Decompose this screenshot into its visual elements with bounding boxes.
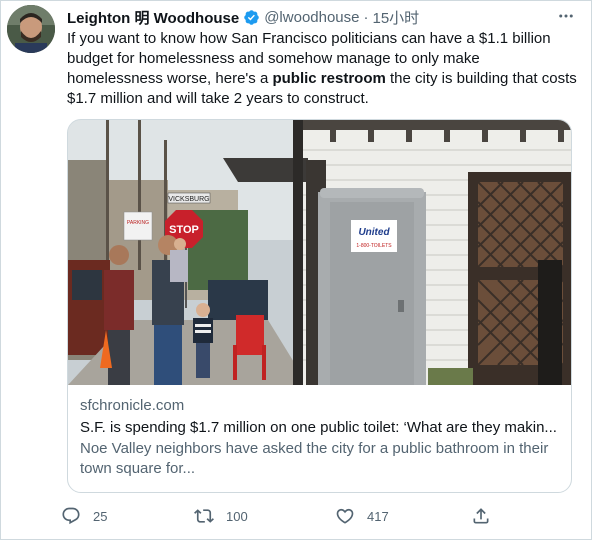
avatar[interactable] bbox=[7, 5, 55, 53]
street-sign-text: VICKSBURG bbox=[168, 196, 209, 203]
card-title[interactable]: S.F. is spending $1.7 million on one pub… bbox=[80, 418, 559, 438]
share-icon bbox=[473, 508, 489, 524]
toilet-phone-text: 1-800-TOILETS bbox=[356, 243, 392, 249]
card-image[interactable]: VICKSBURG STOP PARKING United 1-800-TOIL… bbox=[68, 120, 571, 385]
separator-dot: · bbox=[363, 8, 369, 26]
retweet-icon bbox=[194, 509, 214, 523]
card-domain[interactable]: sfchronicle.com bbox=[80, 396, 559, 416]
reply-count: 25 bbox=[93, 508, 108, 524]
heart-icon bbox=[336, 508, 354, 524]
like-button[interactable]: 417 bbox=[335, 504, 389, 528]
card-description[interactable]: Noe Valley neighbors have asked the city… bbox=[80, 439, 559, 479]
retweet-count: 100 bbox=[226, 508, 248, 524]
reply-button[interactable]: 25 bbox=[61, 504, 107, 528]
link-preview-card[interactable]: VICKSBURG STOP PARKING United 1-800-TOIL… bbox=[67, 119, 572, 493]
stop-sign-text: STOP bbox=[169, 224, 199, 236]
tweet-text: If you want to know how San Francisco po… bbox=[67, 29, 579, 109]
tweet-header: Leighton 明 Woodhouse @lwoodhouse · 15小时 bbox=[67, 7, 577, 27]
author-handle[interactable]: @lwoodhouse bbox=[264, 9, 359, 26]
card-meta: sfchronicle.com S.F. is spending $1.7 mi… bbox=[80, 396, 559, 479]
parking-sign-text: PARKING bbox=[127, 220, 149, 226]
like-count: 417 bbox=[367, 508, 389, 524]
reply-icon bbox=[62, 507, 80, 525]
verified-badge-icon bbox=[243, 9, 260, 26]
author-name[interactable]: Leighton 明 Woodhouse bbox=[67, 7, 239, 28]
toilet-brand-text: United bbox=[358, 227, 390, 238]
tweet-container[interactable]: Leighton 明 Woodhouse @lwoodhouse · 15小时 … bbox=[0, 0, 592, 540]
retweet-button[interactable]: 100 bbox=[194, 504, 248, 528]
share-button[interactable] bbox=[471, 504, 491, 528]
tweet-actions: 25 100 417 bbox=[61, 504, 501, 528]
more-options-icon[interactable] bbox=[555, 5, 577, 27]
tweet-text-bold: public restroom bbox=[272, 70, 386, 87]
tweet-timestamp[interactable]: 15小时 bbox=[373, 7, 420, 28]
